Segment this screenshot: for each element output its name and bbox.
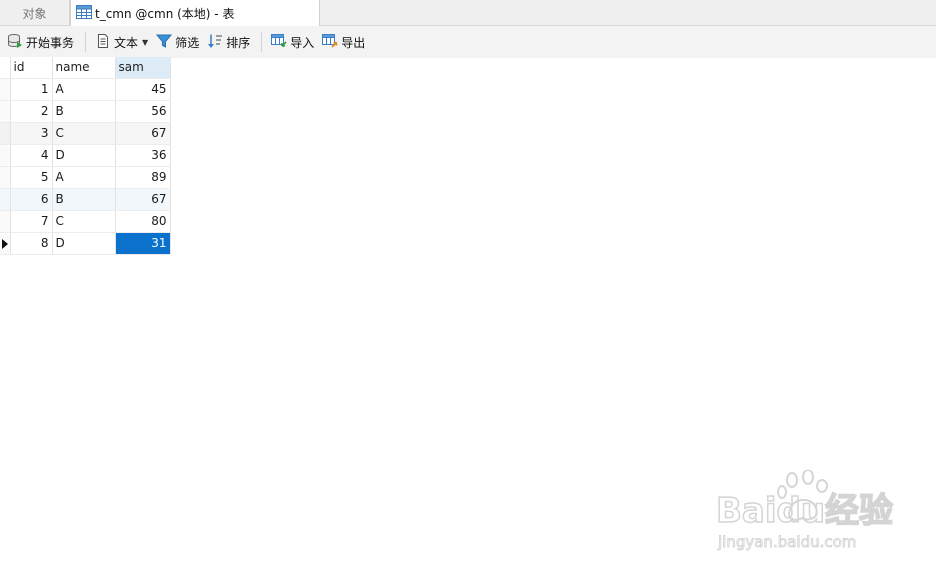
row-indicator-current[interactable] [0,232,11,255]
row-indicator-header [0,57,11,79]
cell-id[interactable]: 6 [10,188,53,211]
table-row[interactable]: 7 C 80 [0,210,171,233]
baidu-paw-logo-icon: Baidu经验 jingyan.baidu.com [715,469,894,551]
cell-id[interactable]: 4 [10,144,53,167]
cell-name[interactable]: D [52,232,116,255]
filter-button[interactable]: 筛选 [153,30,202,54]
chevron-down-icon[interactable]: ▼ [142,38,148,47]
table-row[interactable]: 3 C 67 [0,122,171,145]
data-grid: id name sam 1 A 45 2 B 56 3 C 67 4 D 36 [0,57,171,255]
table-row[interactable]: 8 D 31 [0,232,171,255]
sort-label: 排序 [226,35,251,50]
table-row[interactable]: 2 B 56 [0,100,171,123]
row-indicator[interactable] [0,166,11,189]
cell-name[interactable]: A [52,166,116,189]
import-button[interactable]: 导入 [268,30,317,54]
text-view-button[interactable]: 文本 ▼ [92,30,151,54]
watermark-brand: Baidu经验 [716,491,893,531]
tab-bar: 对象 t_cmn @cmn (本地) - 表 [0,0,936,27]
cell-sam[interactable]: 80 [115,210,171,233]
row-indicator[interactable] [0,78,11,101]
row-indicator[interactable] [0,144,11,167]
cell-sam[interactable]: 67 [115,122,171,145]
export-icon [322,33,338,52]
cell-name[interactable]: A [52,78,116,101]
column-header-name[interactable]: name [52,57,116,79]
cell-sam[interactable]: 56 [115,100,171,123]
cell-sam[interactable]: 89 [115,166,171,189]
row-indicator[interactable] [0,100,11,123]
export-label: 导出 [341,35,366,50]
cell-name[interactable]: B [52,188,116,211]
import-label: 导入 [290,35,315,50]
cell-sam[interactable]: 67 [115,188,171,211]
row-indicator[interactable] [0,122,11,145]
tab-objects-label: 对象 [22,6,47,21]
toolbar-divider [85,32,87,52]
table-icon [76,4,92,23]
table-row[interactable]: 5 A 89 [0,166,171,189]
cell-id[interactable]: 8 [10,232,53,255]
cell-id[interactable]: 2 [10,100,53,123]
cell-name[interactable]: C [52,210,116,233]
current-row-arrow-icon [2,238,8,249]
export-button[interactable]: 导出 [319,30,368,54]
toolbar-divider [261,32,263,52]
text-view-label: 文本 [114,35,139,50]
tab-objects[interactable]: 对象 [0,0,70,26]
document-icon [95,33,111,52]
sort-icon [207,33,223,52]
table-row[interactable]: 1 A 45 [0,78,171,101]
toolbar: 开始事务 文本 ▼ 筛选 排序 导入 导出 [0,26,936,58]
sort-button[interactable]: 排序 [204,30,253,54]
cell-name[interactable]: D [52,144,116,167]
tab-table[interactable]: t_cmn @cmn (本地) - 表 [70,0,320,27]
tab-table-label: t_cmn @cmn (本地) - 表 [95,7,235,21]
cell-sam[interactable]: 45 [115,78,171,101]
database-icon [7,33,23,52]
baidu-watermark: Baidu经验 jingyan.baidu.com [712,469,902,560]
grid-header-row: id name sam [0,57,171,79]
import-icon [271,33,287,52]
row-indicator[interactable] [0,210,11,233]
table-row[interactable]: 6 B 67 [0,188,171,211]
column-header-id[interactable]: id [10,57,53,79]
cell-sam[interactable]: 36 [115,144,171,167]
column-header-sam[interactable]: sam [115,57,171,79]
cell-id[interactable]: 7 [10,210,53,233]
cell-id[interactable]: 5 [10,166,53,189]
cell-id[interactable]: 1 [10,78,53,101]
cell-id[interactable]: 3 [10,122,53,145]
begin-transaction-button[interactable]: 开始事务 [4,30,77,54]
begin-transaction-label: 开始事务 [26,35,75,50]
table-row[interactable]: 4 D 36 [0,144,171,167]
filter-label: 筛选 [175,35,200,50]
watermark-url: jingyan.baidu.com [717,533,856,551]
cell-sam-selected[interactable]: 31 [115,232,171,255]
filter-icon [156,33,173,52]
cell-name[interactable]: C [52,122,116,145]
cell-name[interactable]: B [52,100,116,123]
row-indicator[interactable] [0,188,11,211]
